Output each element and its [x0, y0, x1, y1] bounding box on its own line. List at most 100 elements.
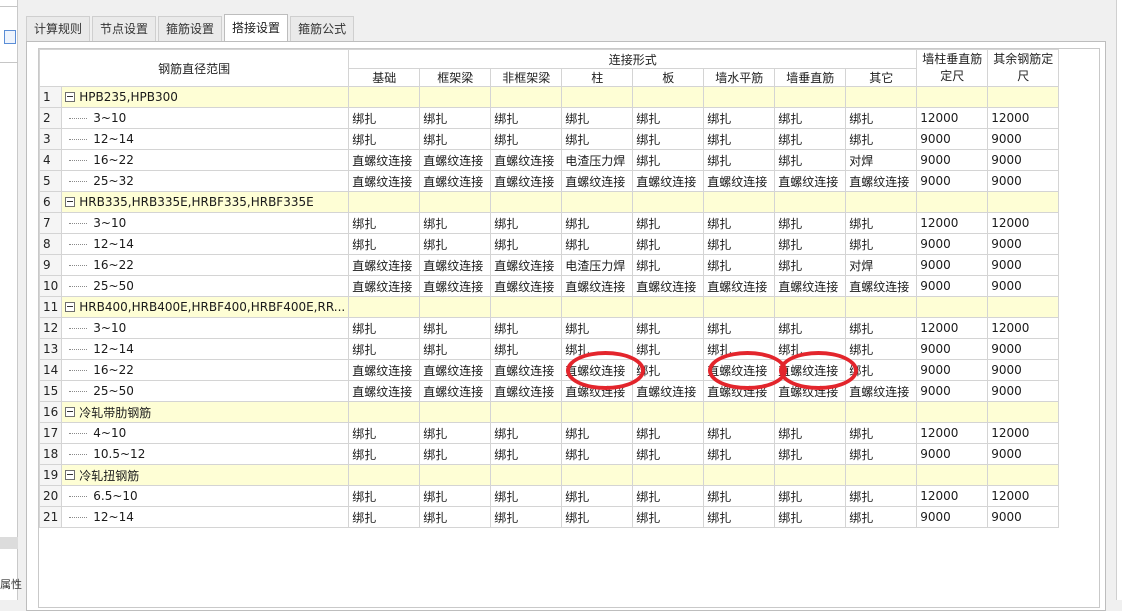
- grid-cell[interactable]: [916, 86, 989, 108]
- row-number[interactable]: 12: [39, 317, 63, 339]
- grid-cell[interactable]: 12000: [987, 107, 1060, 129]
- grid-cell[interactable]: 绑扎: [490, 107, 563, 129]
- collapse-icon[interactable]: [65, 407, 76, 417]
- grid-cell[interactable]: 直螺纹连接: [845, 170, 918, 192]
- grid-cell[interactable]: [774, 191, 847, 213]
- row-number[interactable]: 14: [39, 359, 63, 381]
- grid-cell[interactable]: 绑扎: [703, 506, 776, 528]
- range-cell[interactable]: 16~22: [61, 359, 350, 381]
- grid-cell[interactable]: 9000: [916, 275, 989, 297]
- grid-cell[interactable]: 绑扎: [490, 443, 563, 465]
- range-cell[interactable]: 12~14: [61, 233, 350, 255]
- grid-cell[interactable]: [419, 401, 492, 423]
- grid-cell[interactable]: 绑扎: [561, 128, 634, 150]
- grid-cell[interactable]: 绑扎: [561, 506, 634, 528]
- grid-cell[interactable]: 直螺纹连接: [419, 380, 492, 402]
- grid-cell[interactable]: [774, 464, 847, 486]
- grid-cell[interactable]: [703, 191, 776, 213]
- grid-cell[interactable]: 绑扎: [703, 107, 776, 129]
- grid-cell[interactable]: 绑扎: [632, 359, 705, 381]
- grid-cell[interactable]: 绑扎: [561, 107, 634, 129]
- grid-cell[interactable]: 9000: [987, 338, 1060, 360]
- grid-cell[interactable]: 绑扎: [348, 212, 421, 234]
- grid-cell[interactable]: [561, 401, 634, 423]
- collapse-icon[interactable]: [65, 301, 76, 312]
- grid-cell[interactable]: 绑扎: [419, 506, 492, 528]
- grid-cell[interactable]: 绑扎: [561, 317, 634, 339]
- grid-cell[interactable]: 绑扎: [774, 233, 847, 255]
- row-number[interactable]: 20: [39, 485, 63, 507]
- grid-cell[interactable]: 绑扎: [490, 212, 563, 234]
- grid-cell[interactable]: 对焊: [845, 254, 918, 276]
- grid-cell[interactable]: [490, 191, 563, 213]
- row-number[interactable]: 4: [39, 149, 63, 171]
- grid-cell[interactable]: 12000: [916, 107, 989, 129]
- range-cell[interactable]: 25~32: [61, 170, 350, 192]
- grid-cell[interactable]: [419, 86, 492, 108]
- grid-cell[interactable]: 直螺纹连接: [703, 359, 776, 381]
- range-cell[interactable]: 12~14: [61, 128, 350, 150]
- grid-cell[interactable]: 绑扎: [845, 422, 918, 444]
- grid-cell[interactable]: [632, 296, 705, 318]
- grid-cell[interactable]: 绑扎: [419, 422, 492, 444]
- grid-cell[interactable]: 直螺纹连接: [561, 380, 634, 402]
- grid-cell[interactable]: 绑扎: [632, 422, 705, 444]
- grid-cell[interactable]: 绑扎: [561, 233, 634, 255]
- grid-cell[interactable]: 直螺纹连接: [348, 359, 421, 381]
- grid-cell[interactable]: 绑扎: [419, 107, 492, 129]
- grid-cell[interactable]: 绑扎: [703, 212, 776, 234]
- grid-cell[interactable]: [987, 464, 1060, 486]
- grid-cell[interactable]: 绑扎: [774, 506, 847, 528]
- grid-cell[interactable]: 直螺纹连接: [419, 149, 492, 171]
- grid-cell[interactable]: 绑扎: [348, 338, 421, 360]
- grid-cell[interactable]: [561, 86, 634, 108]
- tab-0[interactable]: 计算规则: [26, 16, 91, 41]
- grid-cell[interactable]: [632, 191, 705, 213]
- grid-cell[interactable]: [419, 191, 492, 213]
- row-number[interactable]: 19: [39, 464, 63, 486]
- grid-cell[interactable]: 9000: [987, 128, 1060, 150]
- grid-cell[interactable]: [845, 464, 918, 486]
- grid-cell[interactable]: 直螺纹连接: [561, 170, 634, 192]
- row-number[interactable]: 10: [39, 275, 63, 297]
- grid-cell[interactable]: 绑扎: [348, 233, 421, 255]
- grid-cell[interactable]: 绑扎: [348, 443, 421, 465]
- row-number[interactable]: 17: [39, 422, 63, 444]
- grid-cell[interactable]: 直螺纹连接: [490, 149, 563, 171]
- grid-cell[interactable]: 绑扎: [703, 338, 776, 360]
- grid-cell[interactable]: [419, 296, 492, 318]
- collapse-icon[interactable]: [65, 196, 76, 207]
- grid-cell[interactable]: 绑扎: [490, 506, 563, 528]
- grid-cell[interactable]: 绑扎: [703, 149, 776, 171]
- grid-cell[interactable]: 绑扎: [632, 443, 705, 465]
- grid-cell[interactable]: 12000: [916, 485, 989, 507]
- grid-cell[interactable]: 绑扎: [632, 128, 705, 150]
- group-label-cell[interactable]: HPB235,HPB300: [61, 86, 350, 108]
- grid-cell[interactable]: 直螺纹连接: [348, 254, 421, 276]
- grid-cell[interactable]: [348, 464, 421, 486]
- grid-cell[interactable]: [632, 86, 705, 108]
- grid-cell[interactable]: 绑扎: [703, 485, 776, 507]
- grid-cell[interactable]: [987, 191, 1060, 213]
- grid-cell[interactable]: [845, 191, 918, 213]
- grid-cell[interactable]: 9000: [987, 233, 1060, 255]
- grid-cell[interactable]: [845, 296, 918, 318]
- grid-cell[interactable]: 9000: [987, 506, 1060, 528]
- grid-cell[interactable]: 绑扎: [348, 107, 421, 129]
- grid-cell[interactable]: 绑扎: [845, 107, 918, 129]
- grid-cell[interactable]: 绑扎: [845, 506, 918, 528]
- grid-cell[interactable]: 绑扎: [632, 338, 705, 360]
- range-cell[interactable]: 16~22: [61, 254, 350, 276]
- grid-cell[interactable]: 绑扎: [703, 128, 776, 150]
- grid-cell[interactable]: [703, 464, 776, 486]
- grid-cell[interactable]: 9000: [916, 149, 989, 171]
- grid-cell[interactable]: 12000: [987, 422, 1060, 444]
- grid-cell[interactable]: [561, 464, 634, 486]
- range-cell[interactable]: 25~50: [61, 380, 350, 402]
- grid-cell[interactable]: 绑扎: [632, 107, 705, 129]
- grid-cell[interactable]: 9000: [987, 254, 1060, 276]
- grid-cell[interactable]: 绑扎: [703, 317, 776, 339]
- group-label-cell[interactable]: HRB335,HRB335E,HRBF335,HRBF335E: [61, 191, 350, 213]
- grid-cell[interactable]: 绑扎: [845, 317, 918, 339]
- grid-cell[interactable]: [987, 86, 1060, 108]
